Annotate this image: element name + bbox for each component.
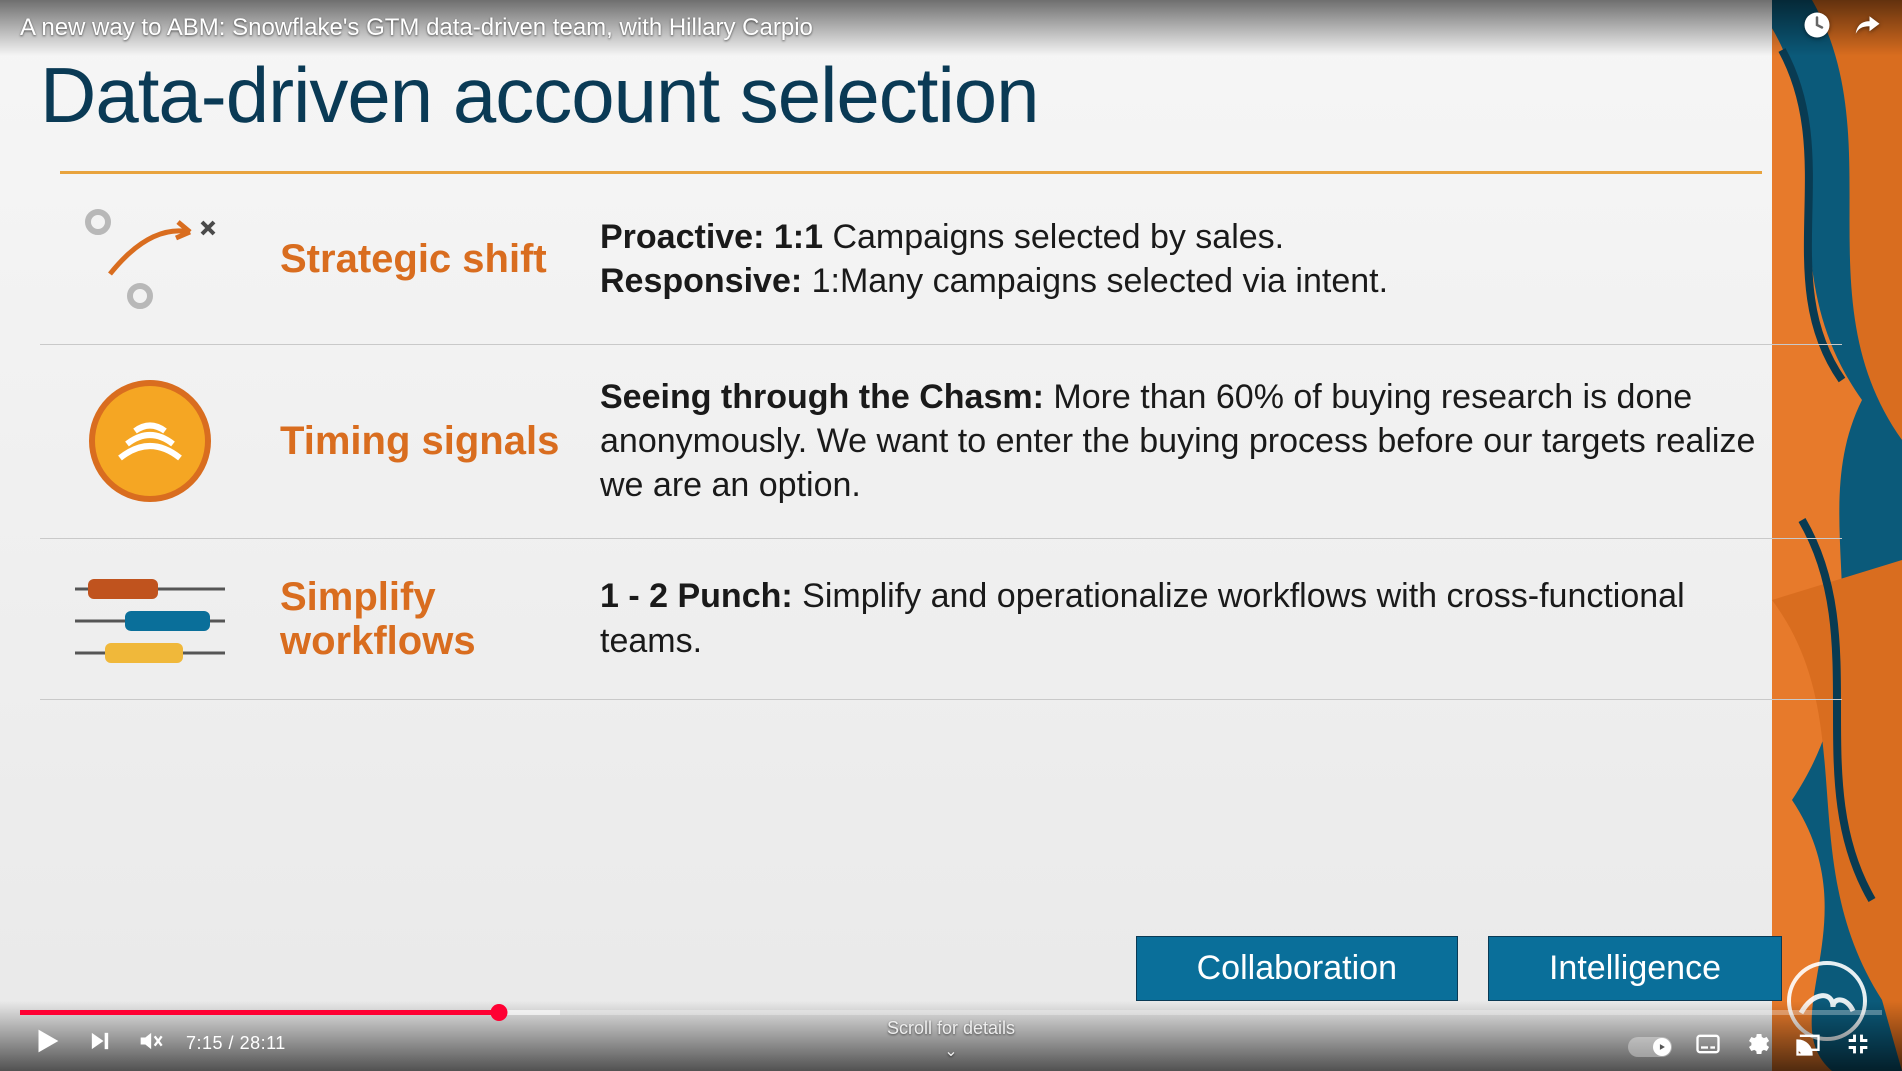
row-body: Proactive: 1:1 Campaigns selected by sal…: [600, 215, 1388, 303]
tag-intelligence: Intelligence: [1488, 936, 1782, 1001]
tag-collaboration: Collaboration: [1136, 936, 1458, 1001]
row-body-lead: Seeing through the Chasm:: [600, 378, 1044, 416]
settings-button[interactable]: [1744, 1030, 1772, 1063]
video-topbar: A new way to ABM: Snowflake's GTM data-d…: [0, 0, 1902, 56]
duration: 28:11: [240, 1033, 286, 1053]
progress-played: [20, 1010, 499, 1015]
slide-row-timing-signals: Timing signals Seeing through the Chasm:…: [40, 345, 1842, 539]
timing-signals-icon: [60, 376, 240, 506]
slide-row-simplify-workflows: Simplify workflows 1 - 2 Punch: Simplify…: [40, 539, 1842, 700]
progress-scrubber[interactable]: [490, 1004, 507, 1021]
simplify-workflows-icon: [60, 569, 240, 669]
scroll-hint-label: Scroll for details: [887, 1018, 1015, 1038]
next-button[interactable]: [86, 1027, 114, 1060]
slide-row-strategic-shift: Strategic shift Proactive: 1:1 Campaigns…: [40, 174, 1842, 345]
video-title: A new way to ABM: Snowflake's GTM data-d…: [20, 14, 813, 42]
current-time: 7:15: [186, 1033, 223, 1053]
row-body-lead: 1 - 2 Punch:: [600, 577, 793, 615]
row-body-lead: Proactive: 1:1: [600, 218, 823, 256]
progress-bar[interactable]: [20, 1010, 1882, 1015]
row-body-tail: 1:Many campaigns selected via intent.: [802, 262, 1388, 300]
share-icon[interactable]: [1852, 10, 1882, 47]
strategic-shift-icon: [60, 204, 240, 314]
play-button[interactable]: [30, 1024, 64, 1063]
chevron-down-icon: ⌄: [887, 1041, 1015, 1061]
slide: Data-driven account selection Strategic …: [0, 0, 1902, 1071]
row-body-tail: Campaigns selected by sales.: [823, 218, 1284, 256]
row-body: 1 - 2 Punch: Simplify and operationalize…: [600, 574, 1762, 662]
row-body-lead: Responsive:: [600, 262, 802, 300]
row-label: Timing signals: [280, 419, 560, 463]
row-label: Strategic shift: [280, 237, 560, 281]
row-body: Seeing through the Chasm: More than 60% …: [600, 375, 1762, 508]
scroll-for-details[interactable]: Scroll for details ⌄: [887, 1018, 1015, 1061]
time-display: 7:15 / 28:11: [186, 1033, 286, 1054]
video-bottombar: 7:15 / 28:11 Scroll for details ⌄: [0, 1001, 1902, 1071]
watch-later-icon[interactable]: [1802, 10, 1832, 47]
video-player: Data-driven account selection Strategic …: [0, 0, 1902, 1071]
cast-button[interactable]: [1794, 1030, 1822, 1063]
fullscreen-exit-button[interactable]: [1844, 1030, 1872, 1063]
subtitles-button[interactable]: [1694, 1030, 1722, 1063]
autoplay-toggle[interactable]: [1628, 1037, 1672, 1057]
slide-footer-tags: Collaboration Intelligence: [1136, 936, 1782, 1001]
mute-icon[interactable]: [136, 1027, 164, 1060]
row-label: Simplify workflows: [280, 575, 560, 663]
slide-title: Data-driven account selection: [40, 50, 1842, 141]
